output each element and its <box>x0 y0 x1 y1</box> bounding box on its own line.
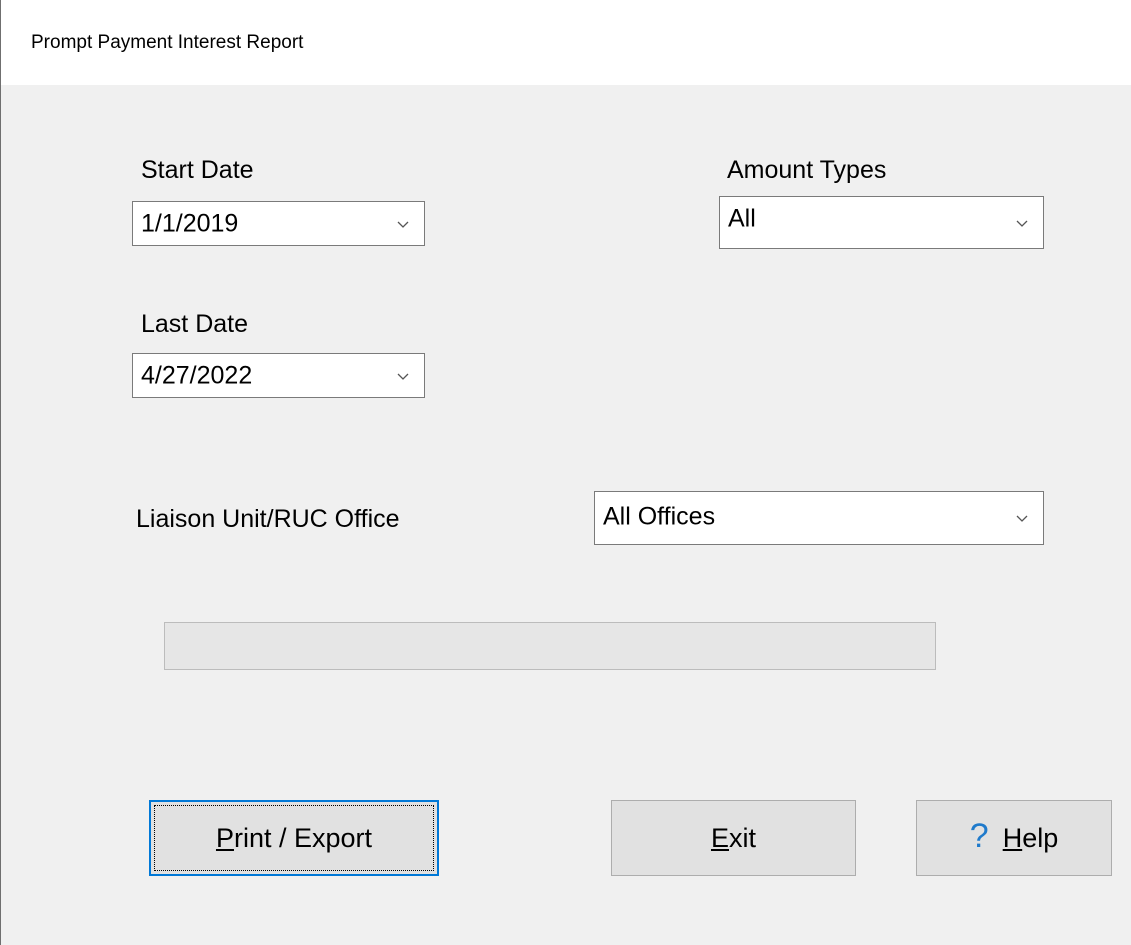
last-date-value: 4/27/2022 <box>141 361 253 389</box>
title-bar: Prompt Payment Interest Report <box>1 0 1131 85</box>
office-label: Liaison Unit/RUC Office <box>136 505 400 533</box>
help-button[interactable]: ? Help <box>916 800 1112 876</box>
progress-bar <box>164 622 936 670</box>
exit-label: Exit <box>710 822 756 853</box>
window-title: Prompt Payment Interest Report <box>31 32 304 53</box>
chevron-down-icon[interactable] <box>1015 511 1029 525</box>
help-label: Help <box>1002 822 1059 853</box>
last-date-label: Last Date <box>141 310 249 338</box>
exit-button[interactable]: Exit <box>611 800 856 876</box>
chevron-down-icon[interactable] <box>396 369 410 383</box>
amount-types-label: Amount Types <box>727 156 887 184</box>
start-date-value: 1/1/2019 <box>141 209 239 237</box>
chevron-down-icon[interactable] <box>1015 216 1029 230</box>
question-mark-icon: ? <box>969 816 989 855</box>
last-date-picker[interactable]: 4/27/2022 <box>132 353 425 398</box>
chevron-down-icon[interactable] <box>396 217 410 231</box>
office-select[interactable]: All Offices <box>594 491 1044 545</box>
start-date-picker[interactable]: 1/1/2019 <box>132 201 425 246</box>
start-date-label: Start Date <box>141 156 254 184</box>
office-value: All Offices <box>603 502 716 531</box>
report-dialog: Prompt Payment Interest Report Start Dat… <box>0 0 1131 945</box>
amount-types-select[interactable]: All <box>719 196 1044 249</box>
amount-types-value: All <box>728 204 756 233</box>
print-export-button[interactable]: Print / Export <box>149 800 439 876</box>
print-export-label: Print / Export <box>215 822 373 853</box>
